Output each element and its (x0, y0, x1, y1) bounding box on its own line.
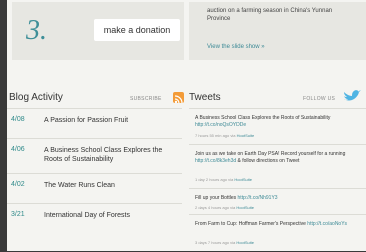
tweets-title: Tweets (189, 92, 221, 103)
blog-post-link[interactable]: A Passion for Passion Fruit (44, 116, 176, 125)
feature-text: auction on a farming season in China's Y… (207, 8, 333, 22)
subscribe-link[interactable]: SUBSCRIBE (130, 96, 162, 102)
tweet-via: via (230, 240, 236, 245)
tweet-row: Fill up your Bottles http://t.co/Nh91Y3 … (189, 188, 366, 215)
tweet-handle[interactable]: HootSuite (237, 133, 255, 138)
follow-us-link[interactable]: FOLLOW US (303, 96, 335, 102)
tweet-via: via (230, 133, 236, 138)
tweet-link[interactable]: http://t.co/aoNoYs (307, 221, 347, 227)
blog-post-date: 4/02 (11, 181, 25, 188)
tweet-text: Fill up your Bottles http://t.co/Nh91Y3 (195, 195, 363, 202)
blog-post-row: 3/21 International Day of Forests (7, 203, 182, 234)
tweet-link[interactable]: http://t.co/noQsOYDDe (195, 122, 246, 128)
tweet-row: Join us as we take on Earth Day PSA! Rec… (189, 144, 366, 189)
tweet-meta: 2 days 4 hours ago via HootSuite (195, 205, 254, 210)
tweet-text: From Farm to Cup: Hoffman Farmer's Persp… (195, 221, 363, 228)
feature-box: auction on a farming season in China's Y… (189, 2, 366, 60)
tweet-row: A Business School Class Explores the Roo… (189, 108, 366, 145)
tweet-time: 2 days 4 hours ago (195, 205, 230, 210)
tweet-meta: 1 day 2 hours ago via HootSuite (195, 177, 252, 182)
tweet-body: Join us as we take on Earth Day PSA! Rec… (195, 151, 346, 157)
blog-post-date: 4/08 (11, 116, 25, 123)
blog-post-row: 4/06 A Business School Class Explores th… (7, 138, 182, 174)
tweet-handle[interactable]: HootSuite (234, 177, 252, 182)
make-donation-button[interactable]: make a donation (94, 19, 180, 41)
twitter-bird-icon[interactable] (343, 89, 361, 105)
tweet-body: Fill up your Bottles (195, 195, 237, 201)
tweet-link[interactable]: http://t.co/8k3eh3d (195, 158, 236, 164)
tweet-time: 3 days 7 hours ago (195, 240, 230, 245)
tweet-extra: & follow directions on Tweet (237, 158, 300, 164)
blog-post-link[interactable]: The Water Runs Clean (44, 181, 176, 190)
tweet-text: A Business School Class Explores the Roo… (195, 115, 363, 129)
tweet-link[interactable]: http://t.co/Nh91Y3 (238, 195, 278, 201)
tweet-via: via (228, 177, 234, 182)
tweet-handle[interactable]: HootSuite (236, 240, 254, 245)
donation-box: 3. make a donation (12, 2, 184, 60)
page: 3. make a donation auction on a farming … (7, 0, 366, 251)
view-slide-show-link[interactable]: View the slide show » (207, 44, 265, 50)
blog-post-date: 4/06 (11, 146, 25, 153)
blog-post-row: 4/08 A Passion for Passion Fruit (7, 108, 182, 139)
tweet-time: 7 hours 55 min ago (195, 133, 230, 138)
tweet-time: 1 day 2 hours ago (195, 177, 228, 182)
blog-post-link[interactable]: International Day of Forests (44, 211, 176, 220)
tweet-meta: 7 hours 55 min ago via HootSuite (195, 133, 254, 138)
tweet-text: Join us as we take on Earth Day PSA! Rec… (195, 151, 363, 165)
blog-post-link[interactable]: A Business School Class Explores the Roo… (44, 146, 176, 164)
tweet-row: From Farm to Cup: Hoffman Farmer's Persp… (189, 214, 366, 252)
blog-post-date: 3/21 (11, 211, 25, 218)
tweet-via: via (230, 205, 236, 210)
tweet-meta: 3 days 7 hours ago via HootSuite (195, 240, 254, 245)
tweet-handle[interactable]: HootSuite (236, 205, 254, 210)
tweet-body: A Business School Class Explores the Roo… (195, 115, 331, 121)
blog-activity-title: Blog Activity (9, 92, 63, 103)
rss-icon[interactable] (173, 92, 184, 104)
blog-post-row: 4/02 The Water Runs Clean (7, 173, 182, 204)
tweet-body: From Farm to Cup: Hoffman Farmer's Persp… (195, 221, 306, 227)
top-strip: 3. make a donation auction on a farming … (7, 0, 366, 64)
step-number: 3. (26, 15, 47, 46)
